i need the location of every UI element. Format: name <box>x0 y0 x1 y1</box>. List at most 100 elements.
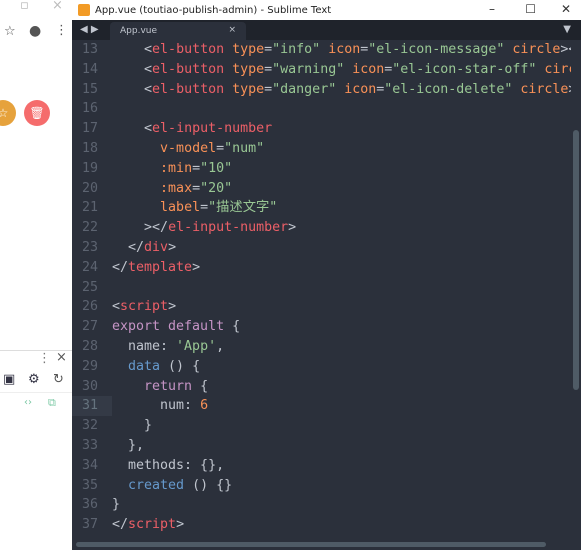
code-token: "el-icon-star-off" <box>392 61 537 77</box>
line-number: 32 <box>81 418 98 434</box>
code-token: el-input-number <box>168 220 289 236</box>
code-editor[interactable]: 13 <el-button type="info" icon="el-icon-… <box>72 40 571 540</box>
minimize-icon[interactable]: – <box>489 2 495 16</box>
code-line[interactable]: 31 num: 6 <box>72 396 571 416</box>
code-line[interactable]: 26 <script> <box>72 297 571 317</box>
code-line[interactable]: 19 :min="10" <box>72 159 571 179</box>
line-number: 17 <box>81 121 98 137</box>
code-line[interactable]: 30 return { <box>72 377 571 397</box>
code-token: "20" <box>200 180 233 196</box>
code-line[interactable]: 37 </script> <box>72 515 571 535</box>
code-token: { <box>192 378 209 394</box>
window-restore-icon[interactable]: ▫ <box>20 0 29 13</box>
code-line[interactable]: 20 :max="20" <box>72 179 571 199</box>
browser-window: ▫ × ☆ ● ⋮ ☆ 🗑 ⋮ × ▣ ⚙ ↻ ‹› ⧉ <box>0 0 72 550</box>
code-line[interactable]: 29 data () { <box>72 357 571 377</box>
code-token: </ <box>112 259 129 275</box>
code-token: :min <box>160 160 193 176</box>
window-title: App.vue (toutiao-publish-admin) - Sublim… <box>95 4 332 16</box>
code-token: num: <box>112 398 201 414</box>
code-token: methods: {}, <box>112 457 225 473</box>
refresh-icon[interactable]: ↻ <box>53 372 64 387</box>
danger-delete-button[interactable]: 🗑 <box>24 100 50 126</box>
code-line[interactable]: 18 v-model="num" <box>72 139 571 159</box>
code-line[interactable]: 13 <el-button type="info" icon="el-icon-… <box>72 40 571 60</box>
code-line[interactable]: 25 <box>72 278 571 298</box>
code-line[interactable]: 32 } <box>72 416 571 436</box>
code-line[interactable]: 14 <el-button type="warning" icon="el-ic… <box>72 60 571 80</box>
code-token: { <box>224 319 241 335</box>
line-number: 15 <box>81 81 98 97</box>
close-icon[interactable]: × <box>52 0 63 13</box>
code-line[interactable]: 23 </div> <box>72 238 571 258</box>
horizontal-scrollbar[interactable] <box>76 542 546 547</box>
code-token: > <box>176 517 185 533</box>
code-line[interactable]: 34 methods: {}, <box>72 456 571 476</box>
tab-close-icon[interactable]: × <box>228 25 236 35</box>
line-number: 26 <box>81 299 98 315</box>
code-token: el-button <box>152 81 225 97</box>
code-line[interactable]: 21 label="描述文字" <box>72 198 571 218</box>
code-token: = <box>192 180 201 196</box>
code-token: icon <box>344 61 385 77</box>
code-line[interactable]: 16 <box>72 99 571 119</box>
code-token: > <box>568 82 571 97</box>
devtools-more-icon[interactable]: ⋮ <box>38 351 51 366</box>
code-token: created <box>128 477 185 493</box>
code-token: "danger" <box>272 81 337 97</box>
code-line[interactable]: 35 created () {} <box>72 476 571 496</box>
code-line[interactable]: 22 ></el-input-number> <box>72 218 571 238</box>
more-icon[interactable]: ⋮ <box>55 23 68 38</box>
bar-chart-icon[interactable]: ▣ <box>3 372 15 387</box>
code-token: script <box>128 517 177 533</box>
code-line[interactable]: 28 name: 'App', <box>72 337 571 357</box>
code-token: ></ <box>144 220 169 236</box>
code-token: }, <box>112 437 145 453</box>
code-token: > <box>168 299 177 315</box>
account-icon[interactable]: ● <box>29 23 41 39</box>
tab-nav-arrows-icon[interactable]: ◀ ▶ <box>80 24 99 35</box>
code-token: export default <box>112 319 225 335</box>
tab-menu-icon[interactable]: ▼ <box>563 24 571 35</box>
line-number: 35 <box>81 477 98 493</box>
code-token: el-button <box>152 61 225 77</box>
external-link-icon[interactable]: ⧉ <box>48 396 56 410</box>
line-number: 21 <box>81 200 98 216</box>
code-line[interactable]: 24 </template> <box>72 258 571 278</box>
code-token: circle <box>512 81 569 97</box>
code-line[interactable]: 33 }, <box>72 436 571 456</box>
code-token: < <box>144 42 153 57</box>
code-token: return <box>144 378 193 394</box>
code-line[interactable]: 27 export default { <box>72 317 571 337</box>
line-number: 24 <box>81 259 98 275</box>
code-token: div <box>144 239 169 255</box>
code-token: > <box>168 239 177 255</box>
star-icon[interactable]: ☆ <box>4 24 16 39</box>
warning-star-button[interactable]: ☆ <box>0 100 16 126</box>
tab-app-vue[interactable]: App.vue × <box>110 22 246 40</box>
window-close-icon[interactable]: ✕ <box>561 2 571 16</box>
code-token: label <box>160 200 201 216</box>
code-icon[interactable]: ‹› <box>24 397 32 408</box>
devtools-close-icon[interactable]: × <box>56 350 67 365</box>
code-line[interactable]: 17 <el-input-number <box>72 119 571 139</box>
code-line[interactable]: 15 <el-button type="danger" icon="el-ico… <box>72 80 571 100</box>
vertical-scrollbar[interactable] <box>573 130 579 390</box>
line-number: 23 <box>81 239 98 255</box>
line-number: 16 <box>81 101 98 117</box>
code-token: name: <box>112 338 177 354</box>
code-line[interactable]: 36} <box>72 495 571 515</box>
line-number: 34 <box>81 457 98 473</box>
settings-icon[interactable]: ⚙ <box>28 372 40 387</box>
maximize-icon[interactable]: ☐ <box>525 2 536 16</box>
code-token: "warning" <box>272 61 345 77</box>
line-number: 37 <box>81 517 98 533</box>
